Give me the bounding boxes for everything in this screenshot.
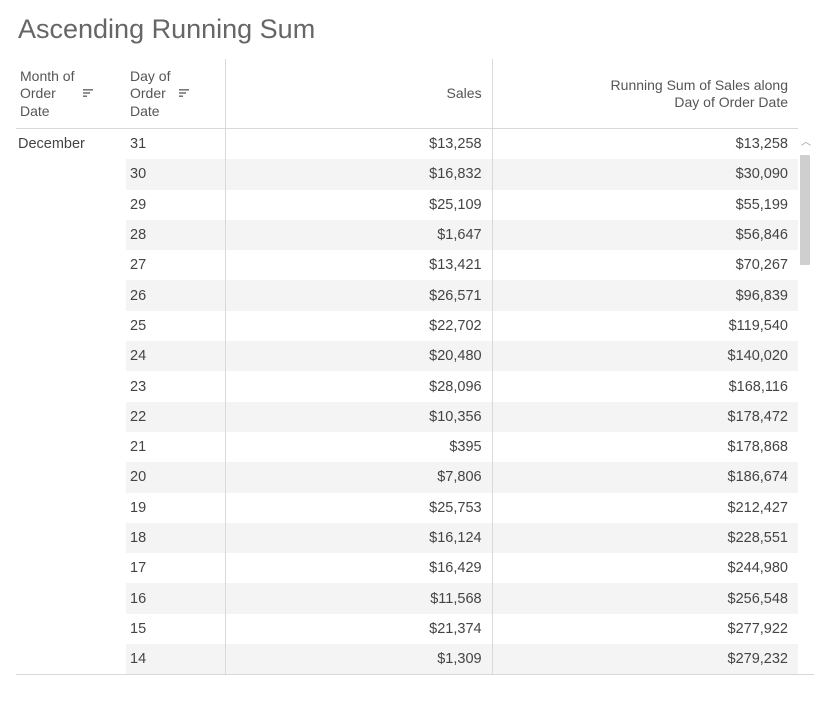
- sort-desc-icon[interactable]: [178, 88, 192, 100]
- running-sum-cell[interactable]: $96,839: [493, 280, 798, 310]
- column-day: Day of Order Date 3130292827262524232221…: [126, 59, 226, 674]
- day-cell[interactable]: 17: [126, 553, 225, 583]
- running-sum-cell[interactable]: $212,427: [493, 493, 798, 523]
- day-cell[interactable]: 15: [126, 614, 225, 644]
- running-sum-cell[interactable]: $119,540: [493, 311, 798, 341]
- sales-cell[interactable]: $22,702: [226, 311, 492, 341]
- day-cell[interactable]: 28: [126, 220, 225, 250]
- running-sum-cell[interactable]: $55,199: [493, 190, 798, 220]
- sales-cell[interactable]: $1,647: [226, 220, 492, 250]
- sales-cell[interactable]: $21,374: [226, 614, 492, 644]
- month-body: December: [16, 129, 126, 674]
- column-month: Month of Order Date December: [16, 59, 126, 674]
- sales-cell[interactable]: $11,568: [226, 583, 492, 613]
- sales-cell[interactable]: $13,421: [226, 250, 492, 280]
- running-sum-cell[interactable]: $277,922: [493, 614, 798, 644]
- header-day[interactable]: Day of Order Date: [126, 59, 225, 129]
- sales-cell[interactable]: $20,480: [226, 341, 492, 371]
- scroll-up-icon[interactable]: ︿: [801, 133, 811, 148]
- header-month-label: Month of Order Date: [20, 68, 74, 121]
- day-cell[interactable]: 22: [126, 402, 225, 432]
- day-cell[interactable]: 24: [126, 341, 225, 371]
- day-cell[interactable]: 31: [126, 129, 225, 159]
- vertical-scrollbar[interactable]: ︿: [798, 59, 814, 674]
- sales-cell[interactable]: $13,258: [226, 129, 492, 159]
- sales-cell[interactable]: $25,753: [226, 493, 492, 523]
- crosstab: Month of Order Date December Day of Orde…: [16, 59, 814, 675]
- day-cell[interactable]: 14: [126, 644, 225, 674]
- sales-body: $13,258$16,832$25,109$1,647$13,421$26,57…: [226, 129, 492, 674]
- day-cell[interactable]: 23: [126, 371, 225, 401]
- header-running-sum-label: Running Sum of Sales along Day of Order …: [611, 77, 788, 112]
- running-sum-cell[interactable]: $30,090: [493, 159, 798, 189]
- day-cell[interactable]: 26: [126, 280, 225, 310]
- running-sum-cell[interactable]: $140,020: [493, 341, 798, 371]
- column-sales: Sales $13,258$16,832$25,109$1,647$13,421…: [226, 59, 493, 674]
- header-sales-label: Sales: [447, 85, 482, 103]
- day-cell[interactable]: 20: [126, 462, 225, 492]
- running-sum-cell[interactable]: $13,258: [493, 129, 798, 159]
- running-sum-cell[interactable]: $168,116: [493, 371, 798, 401]
- header-running-sum[interactable]: Running Sum of Sales along Day of Order …: [493, 59, 798, 129]
- sales-cell[interactable]: $16,124: [226, 523, 492, 553]
- running-sum-cell[interactable]: $70,267: [493, 250, 798, 280]
- header-sales[interactable]: Sales: [226, 59, 492, 129]
- sales-cell[interactable]: $1,309: [226, 644, 492, 674]
- running-sum-cell[interactable]: $178,472: [493, 402, 798, 432]
- day-cell[interactable]: 27: [126, 250, 225, 280]
- scroll-thumb[interactable]: [800, 155, 810, 265]
- sales-cell[interactable]: $10,356: [226, 402, 492, 432]
- day-cell[interactable]: 21: [126, 432, 225, 462]
- view-title: Ascending Running Sum: [18, 14, 814, 45]
- sales-cell[interactable]: $28,096: [226, 371, 492, 401]
- day-cell[interactable]: 29: [126, 190, 225, 220]
- day-body: 313029282726252423222120191817161514: [126, 129, 225, 674]
- sales-cell[interactable]: $16,429: [226, 553, 492, 583]
- running-sum-cell[interactable]: $178,868: [493, 432, 798, 462]
- running-sum-cell[interactable]: $279,232: [493, 644, 798, 674]
- sales-cell[interactable]: $395: [226, 432, 492, 462]
- running-sum-body: $13,258$30,090$55,199$56,846$70,267$96,8…: [493, 129, 798, 674]
- sales-cell[interactable]: $16,832: [226, 159, 492, 189]
- tableau-worksheet: Ascending Running Sum Month of Order Dat…: [0, 0, 830, 709]
- header-day-label: Day of Order Date: [130, 68, 170, 121]
- column-running-sum: Running Sum of Sales along Day of Order …: [493, 59, 798, 674]
- sales-cell[interactable]: $25,109: [226, 190, 492, 220]
- day-cell[interactable]: 30: [126, 159, 225, 189]
- running-sum-cell[interactable]: $244,980: [493, 553, 798, 583]
- sales-cell[interactable]: $7,806: [226, 462, 492, 492]
- day-cell[interactable]: 18: [126, 523, 225, 553]
- header-month[interactable]: Month of Order Date: [16, 59, 126, 129]
- running-sum-cell[interactable]: $256,548: [493, 583, 798, 613]
- day-cell[interactable]: 16: [126, 583, 225, 613]
- running-sum-cell[interactable]: $228,551: [493, 523, 798, 553]
- day-cell[interactable]: 25: [126, 311, 225, 341]
- sort-desc-icon[interactable]: [82, 88, 96, 100]
- sales-cell[interactable]: $26,571: [226, 280, 492, 310]
- running-sum-cell[interactable]: $56,846: [493, 220, 798, 250]
- day-cell[interactable]: 19: [126, 493, 225, 523]
- running-sum-cell[interactable]: $186,674: [493, 462, 798, 492]
- month-cell[interactable]: December: [16, 129, 126, 159]
